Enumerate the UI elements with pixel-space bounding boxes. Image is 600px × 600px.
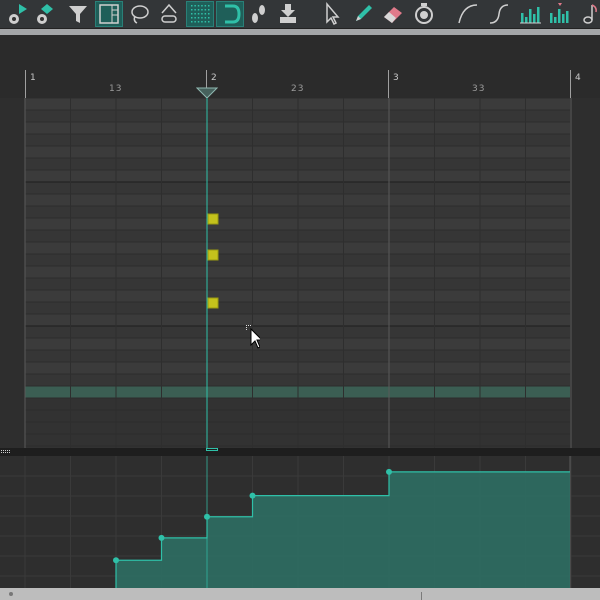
piano-roll-view-tool-button[interactable] bbox=[95, 1, 123, 27]
bar-label-3: 3 bbox=[393, 73, 399, 83]
lasso-tool-button[interactable] bbox=[126, 1, 154, 27]
note-block[interactable] bbox=[207, 297, 219, 309]
grid-tool-button[interactable] bbox=[186, 1, 214, 27]
pencil-icon bbox=[356, 5, 372, 21]
download-tool-button[interactable] bbox=[274, 1, 302, 27]
velocity-point[interactable] bbox=[386, 468, 392, 475]
grip-icon[interactable] bbox=[0, 448, 12, 456]
note-icon bbox=[583, 4, 597, 24]
download-icon bbox=[280, 4, 296, 23]
beat-label-3: 33 bbox=[472, 84, 486, 94]
mouse-cursor-icon bbox=[246, 325, 260, 349]
metronome-icon bbox=[415, 3, 433, 24]
velocity-bars-tool-button[interactable] bbox=[516, 1, 544, 27]
metronome-tool-button[interactable] bbox=[410, 1, 438, 27]
velocity-bars-icon bbox=[520, 7, 541, 24]
pointer-icon bbox=[326, 1, 340, 26]
bar-marker-3 bbox=[388, 70, 389, 98]
scroll-dot-icon bbox=[9, 592, 13, 596]
right-margin bbox=[570, 98, 600, 448]
s-curve-tool-button[interactable] bbox=[485, 1, 513, 27]
magnet-icon bbox=[225, 4, 241, 24]
curve-icon bbox=[458, 4, 478, 24]
curve-tool-button[interactable] bbox=[454, 1, 482, 27]
filter-tool-button[interactable] bbox=[64, 1, 92, 27]
s-curve-icon bbox=[489, 4, 509, 24]
velocity-point[interactable] bbox=[113, 557, 119, 564]
link-icon bbox=[161, 3, 177, 23]
left-margin bbox=[0, 98, 25, 448]
eraser-icon bbox=[384, 7, 402, 23]
bar-marker-4 bbox=[570, 70, 571, 98]
pointer-tool-button[interactable] bbox=[318, 1, 346, 27]
footstep-tool-button[interactable] bbox=[244, 1, 272, 27]
beat-label-2: 23 bbox=[291, 84, 305, 94]
footstep-icon bbox=[252, 5, 265, 23]
bar-label-4: 4 bbox=[575, 73, 581, 83]
magnet-tool-button[interactable] bbox=[216, 1, 244, 27]
grid-icon bbox=[191, 5, 210, 23]
bar-label-2: 2 bbox=[211, 73, 217, 83]
loop-play-icon bbox=[37, 4, 53, 24]
lasso-icon bbox=[131, 5, 149, 24]
note-tool-button[interactable] bbox=[578, 1, 600, 27]
playhead-handle[interactable] bbox=[206, 448, 218, 451]
header-spacer bbox=[0, 35, 600, 70]
eraser-tool-button[interactable] bbox=[379, 1, 407, 27]
velocity-lane[interactable] bbox=[0, 456, 600, 588]
velocity-point[interactable] bbox=[158, 534, 165, 541]
piano-roll-view-icon bbox=[99, 4, 119, 24]
bar-marker-1 bbox=[25, 70, 26, 98]
beat-label-1: 13 bbox=[109, 84, 123, 94]
horizontal-scrollbar[interactable] bbox=[0, 588, 600, 600]
toolbar bbox=[0, 0, 600, 29]
link-tool-button[interactable] bbox=[155, 1, 183, 27]
bar-label-1: 1 bbox=[30, 73, 36, 83]
loop-play-tool-button[interactable] bbox=[32, 1, 60, 27]
play-alt-tool-button[interactable] bbox=[4, 1, 32, 27]
pencil-tool-button[interactable] bbox=[349, 1, 377, 27]
velocity-point[interactable] bbox=[249, 492, 256, 499]
velocity-bars-alt-icon bbox=[550, 3, 569, 23]
note-grid[interactable] bbox=[0, 98, 600, 448]
note-block[interactable] bbox=[207, 213, 219, 225]
filter-icon bbox=[69, 6, 87, 23]
timeline-ruler[interactable]: 1 13 2 23 3 33 4 bbox=[0, 70, 600, 99]
note-block[interactable] bbox=[207, 249, 219, 261]
scroll-thumb-marker[interactable] bbox=[421, 592, 422, 600]
pane-splitter[interactable] bbox=[0, 448, 600, 456]
play-alt-icon bbox=[9, 4, 27, 24]
velocity-bars-alt-tool-button[interactable] bbox=[545, 1, 573, 27]
